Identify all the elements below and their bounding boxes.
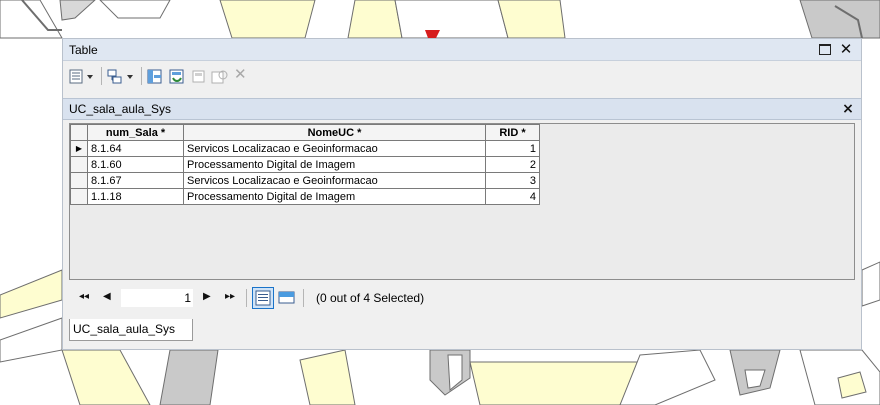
table-row[interactable]: ▶ 8.1.64 Servicos Localizacao e Geoinfor… xyxy=(70,140,540,157)
row-selector-header[interactable] xyxy=(70,124,88,141)
title-bar[interactable]: Table ✕ xyxy=(63,39,861,61)
show-all-records-icon[interactable] xyxy=(252,287,274,309)
window-close-button[interactable]: ✕ xyxy=(838,40,854,58)
nav-separator xyxy=(246,289,247,307)
cell-nomeuc[interactable]: Processamento Digital de Imagem xyxy=(183,188,486,205)
toolbar-separator xyxy=(101,67,102,85)
cell-rid[interactable]: 2 xyxy=(485,156,540,173)
bottom-tab-label: UC_sala_aula_Sys xyxy=(73,322,176,336)
cell-num-sala[interactable]: 1.1.18 xyxy=(87,188,184,205)
cell-num-sala[interactable]: 8.1.67 xyxy=(87,172,184,189)
switch-selection-icon[interactable] xyxy=(169,69,185,85)
toolbar: ✕ xyxy=(63,61,861,91)
row-selector[interactable] xyxy=(70,156,88,173)
table-row[interactable]: 8.1.67 Servicos Localizacao e Geoinforma… xyxy=(70,172,540,189)
cell-nomeuc[interactable]: Servicos Localizacao e Geoinformacao xyxy=(183,140,486,157)
cell-nomeuc[interactable]: Processamento Digital de Imagem xyxy=(183,156,486,173)
row-selector[interactable] xyxy=(70,172,88,189)
maximize-button[interactable] xyxy=(819,44,831,55)
cell-num-sala[interactable]: 8.1.60 xyxy=(87,156,184,173)
delete-selected-icon[interactable]: ✕ xyxy=(234,65,247,83)
clear-selection-icon[interactable] xyxy=(191,69,207,85)
last-record-button[interactable]: ▸▸ xyxy=(225,291,235,302)
attribute-grid[interactable]: num_Sala * NomeUC * RID * ▶ 8.1.64 Servi… xyxy=(69,123,855,280)
cell-rid[interactable]: 1 xyxy=(485,140,540,157)
cell-num-sala[interactable]: 8.1.64 xyxy=(87,140,184,157)
column-header-num-sala[interactable]: num_Sala * xyxy=(87,124,184,141)
attribute-table: num_Sala * NomeUC * RID * ▶ 8.1.64 Servi… xyxy=(70,124,540,205)
row-selector[interactable] xyxy=(70,188,88,205)
zoom-to-selected-icon[interactable] xyxy=(211,69,229,85)
table-header-row: num_Sala * NomeUC * RID * xyxy=(70,124,540,141)
first-record-button[interactable]: ◂◂ xyxy=(79,291,89,302)
toolbar-separator xyxy=(141,67,142,85)
bottom-tab-strip: UC_sala_aula_Sys xyxy=(63,317,861,349)
table-tab-header[interactable]: UC_sala_aula_Sys × xyxy=(63,98,861,120)
table-row[interactable]: 1.1.18 Processamento Digital de Imagem 4 xyxy=(70,188,540,205)
table-window: Table ✕ ✕ UC_sala_aula_Sys × num_Sala * … xyxy=(62,38,862,350)
table-row[interactable]: 8.1.60 Processamento Digital de Imagem 2 xyxy=(70,156,540,173)
next-record-button[interactable]: ▶ xyxy=(203,291,211,302)
show-selected-records-icon[interactable] xyxy=(278,289,296,307)
selection-status: (0 out of 4 Selected) xyxy=(316,291,425,305)
current-row-marker[interactable]: ▶ xyxy=(70,140,88,157)
related-tables-icon[interactable] xyxy=(107,69,137,85)
record-navigation-bar: ◂◂ ◀ ▶ ▸▸ (0 out of 4 Selected) xyxy=(63,285,861,313)
column-header-nomeuc[interactable]: NomeUC * xyxy=(183,124,486,141)
cell-rid[interactable]: 4 xyxy=(485,188,540,205)
current-record-input[interactable] xyxy=(121,289,193,307)
table-tab-close-button[interactable]: × xyxy=(840,100,856,118)
column-header-rid[interactable]: RID * xyxy=(485,124,540,141)
table-tab-title: UC_sala_aula_Sys xyxy=(69,102,172,116)
cell-rid[interactable]: 3 xyxy=(485,172,540,189)
table-options-icon[interactable] xyxy=(69,69,97,85)
window-title: Table xyxy=(69,43,98,57)
previous-record-button[interactable]: ◀ xyxy=(103,291,111,302)
bottom-tab-uc-sala-aula-sys[interactable]: UC_sala_aula_Sys xyxy=(69,319,193,341)
cell-nomeuc[interactable]: Servicos Localizacao e Geoinformacao xyxy=(183,172,486,189)
nav-separator xyxy=(303,289,304,307)
select-by-attributes-icon[interactable] xyxy=(147,69,163,85)
